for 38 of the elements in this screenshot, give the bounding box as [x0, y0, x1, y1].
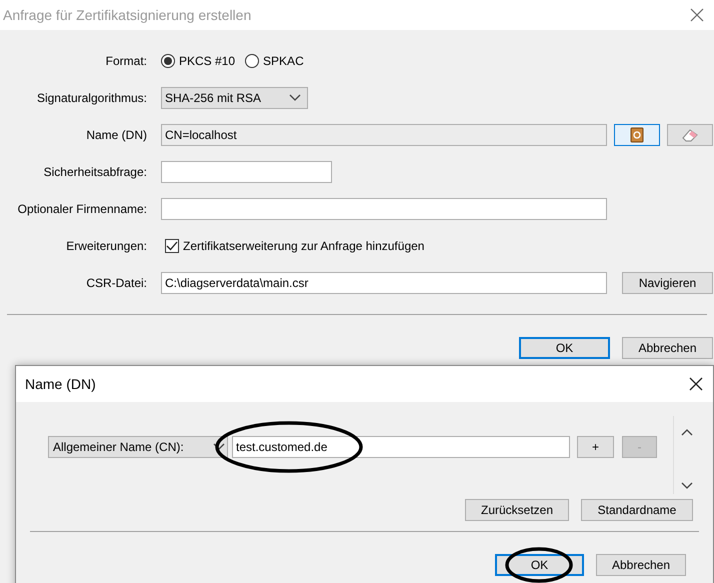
ok-button[interactable]: OK [519, 337, 610, 359]
name-field[interactable]: CN=localhost [161, 124, 607, 146]
attribute-dropdown[interactable]: Allgemeiner Name (CN): [48, 436, 228, 458]
value-field[interactable]: test.customed.de [232, 436, 570, 458]
address-book-button[interactable] [614, 124, 660, 146]
eraser-icon [681, 128, 699, 142]
address-book-icon [630, 126, 644, 142]
field-label: Sicherheitsabfrage: [42, 164, 147, 178]
field-label: Name (DN) [85, 128, 147, 142]
dialog-title: Name (DN) [25, 376, 96, 392]
radio-label: SPKAC [263, 54, 304, 68]
eraser-button[interactable] [667, 124, 713, 146]
text-field[interactable] [161, 160, 332, 182]
default-name-button[interactable]: Standardname [581, 499, 693, 521]
chevron-up-icon [680, 428, 692, 436]
text-field[interactable] [161, 198, 607, 220]
field-label: Signaturalgorithmus: [36, 90, 147, 104]
close-icon[interactable] [689, 377, 703, 391]
chevron-down-icon [289, 94, 301, 102]
chevron-down-icon [680, 482, 692, 490]
field-label: Erweiterungen: [65, 238, 147, 252]
checkbox-label: Zertifikatserweiterung zur Anfrage hinzufügen [183, 238, 424, 252]
field-label: Optionaler Firmenname: [16, 202, 147, 216]
window-title: Anfrage für Zertifikatsignierung erstellen [3, 7, 252, 23]
algorithm-dropdown[interactable]: SHA-256 mit RSA [161, 86, 308, 108]
radio-button[interactable] [161, 54, 175, 68]
checkbox[interactable] [165, 238, 179, 252]
radio-label: PKCS #10 [179, 54, 236, 68]
cancel-button[interactable]: Abbrechen [596, 554, 686, 576]
add-button[interactable]: + [577, 436, 614, 458]
reset-button[interactable]: Zurücksetzen [465, 499, 569, 521]
file-path-field[interactable]: C:\diagserverdata\main.csr [161, 272, 607, 294]
chevron-down-icon [213, 443, 225, 451]
cancel-button[interactable]: Abbrechen [622, 337, 713, 359]
field-label: CSR-Datei: [85, 276, 147, 290]
radio-button[interactable] [245, 54, 260, 68]
field-label: Format: [104, 54, 147, 68]
browse-button[interactable]: Navigieren [622, 272, 713, 294]
